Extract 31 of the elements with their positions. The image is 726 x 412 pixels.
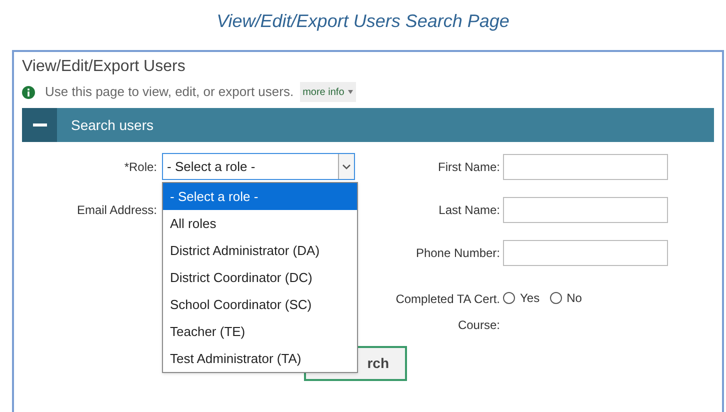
field-label: First Name: — [436, 158, 500, 176]
dropdown-option[interactable]: School Coordinator (SC) — [163, 291, 357, 318]
field-label: *Role: — [123, 158, 157, 176]
caret-icon — [348, 90, 354, 94]
field-label: Email Address: — [76, 202, 157, 218]
panel-title: View/Edit/Export Users — [22, 57, 186, 77]
field-label: Phone Number: — [414, 244, 500, 262]
info-text: Use this page to view, edit, or export users. — [45, 83, 294, 102]
dropdown-option[interactable]: District Coordinator (DC) — [163, 264, 357, 291]
dropdown-option[interactable]: District Administrator (DA) — [163, 237, 357, 264]
field-label: Completed TA Cert. Course: — [394, 291, 500, 334]
text-field[interactable] — [503, 154, 668, 180]
radio-button[interactable] — [503, 292, 515, 304]
radio-label: No — [566, 290, 582, 307]
section-header[interactable]: Search users — [22, 108, 714, 142]
info-icon — [22, 86, 35, 98]
dropdown-option[interactable]: Test Administrator (TA) — [163, 345, 357, 372]
dropdown-option[interactable]: All roles — [163, 210, 357, 237]
dropdown-option[interactable]: - Select a role - — [163, 183, 357, 210]
section-title: Search users — [71, 116, 154, 134]
collapse-button[interactable] — [22, 108, 57, 142]
more-info-button[interactable]: more info — [300, 82, 356, 102]
text-field[interactable] — [503, 196, 668, 222]
role-select[interactable]: - Select a role - — [162, 153, 355, 180]
chevron-down-icon — [342, 164, 351, 170]
radio-button[interactable] — [550, 292, 562, 304]
text-field[interactable] — [503, 240, 668, 266]
field-label: Last Name: — [438, 202, 500, 218]
dropdown-option[interactable]: Teacher (TE) — [163, 318, 357, 345]
radio-label: Yes — [520, 290, 540, 307]
page-caption: View/Edit/Export Users Search Page — [216, 10, 510, 33]
